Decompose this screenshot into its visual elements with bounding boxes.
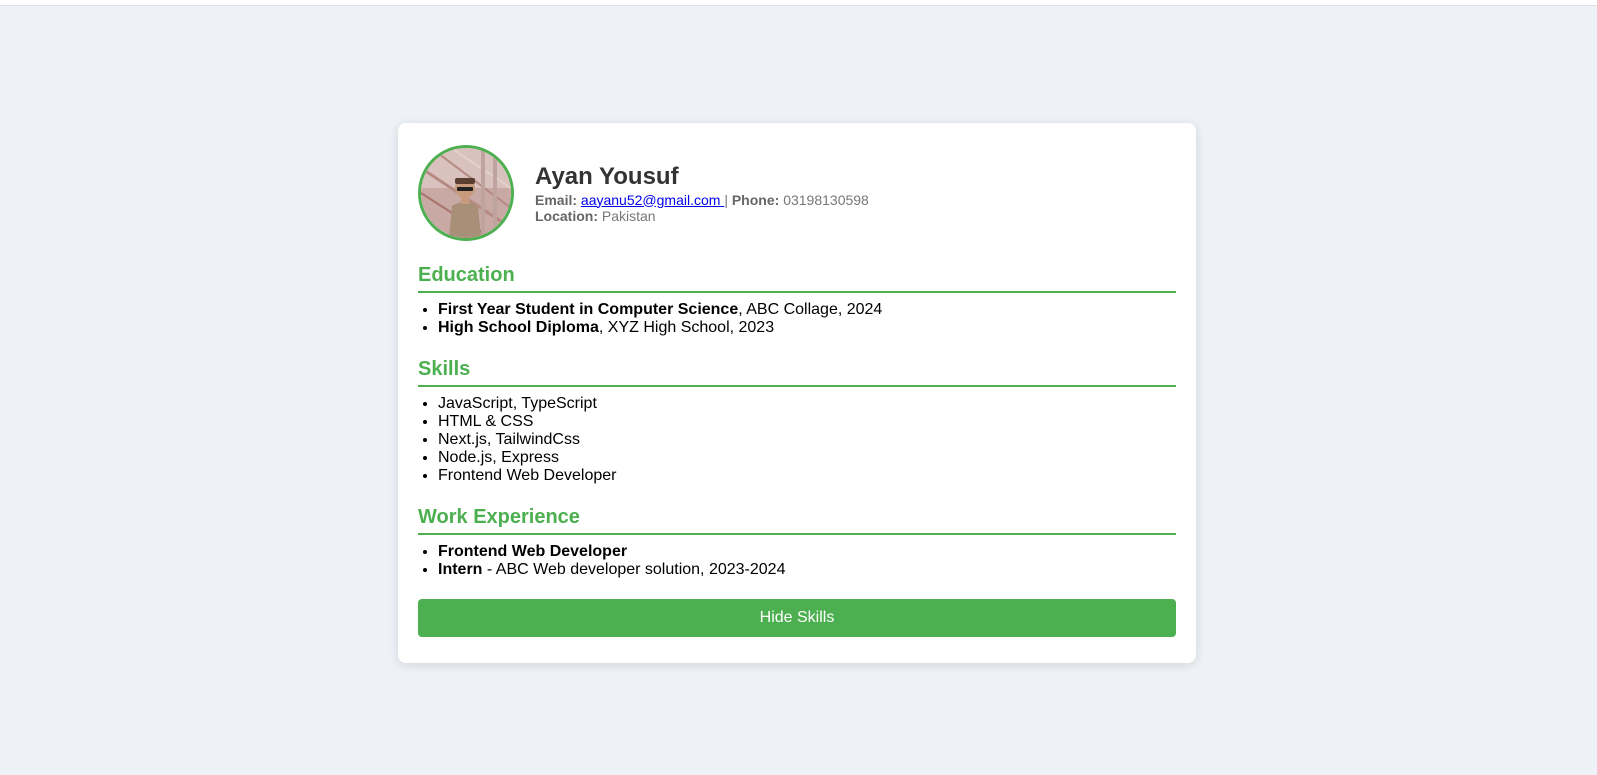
skills-title: Skills (418, 357, 1176, 387)
location-label: Location: (535, 207, 598, 224)
contact-line: Email: aayanu52@gmail.com | Phone: 03198… (535, 192, 869, 208)
work-title: Work Experience (418, 505, 1176, 535)
list-item: High School Diploma, XYZ High School, 20… (438, 319, 1176, 337)
skills-list: JavaScript, TypeScript HTML & CSS Next.j… (418, 395, 1176, 485)
list-item: Node.js, Express (438, 449, 1176, 467)
list-item: Intern - ABC Web developer solution, 202… (438, 561, 1176, 579)
list-item: Frontend Web Developer (438, 467, 1176, 485)
skills-section: Skills JavaScript, TypeScript HTML & CSS… (418, 357, 1176, 485)
avatar (418, 145, 514, 241)
profile-photo-icon (421, 148, 511, 238)
phone-value: 03198130598 (783, 191, 869, 208)
education-section: Education First Year Student in Computer… (418, 263, 1176, 337)
list-item: Next.js, TailwindCss (438, 431, 1176, 449)
list-item: JavaScript, TypeScript (438, 395, 1176, 413)
email-link[interactable]: aayanu52@gmail.com (581, 192, 724, 208)
profile-name: Ayan Yousuf (535, 162, 679, 190)
phone-label: Phone: (731, 191, 780, 208)
contact-separator: | (724, 191, 728, 208)
top-bar (0, 0, 1597, 6)
profile-info: Ayan Yousuf Email: aayanu52@gmail.com | … (535, 163, 869, 224)
education-list: First Year Student in Computer Science, … (418, 301, 1176, 337)
resume-card: Ayan Yousuf Email: aayanu52@gmail.com | … (398, 123, 1196, 663)
list-item: HTML & CSS (438, 413, 1176, 431)
list-item: First Year Student in Computer Science, … (438, 301, 1176, 319)
hide-skills-button[interactable]: Hide Skills (418, 599, 1176, 637)
location-value: Pakistan (601, 207, 656, 224)
work-section: Work Experience Frontend Web Developer I… (418, 505, 1176, 579)
location-line: Location: Pakistan (535, 208, 869, 224)
list-item: Frontend Web Developer (438, 543, 1176, 561)
profile-header: Ayan Yousuf Email: aayanu52@gmail.com | … (418, 143, 1176, 243)
work-list: Frontend Web Developer Intern - ABC Web … (418, 543, 1176, 579)
email-label: Email: (535, 191, 578, 208)
education-title: Education (418, 263, 1176, 293)
